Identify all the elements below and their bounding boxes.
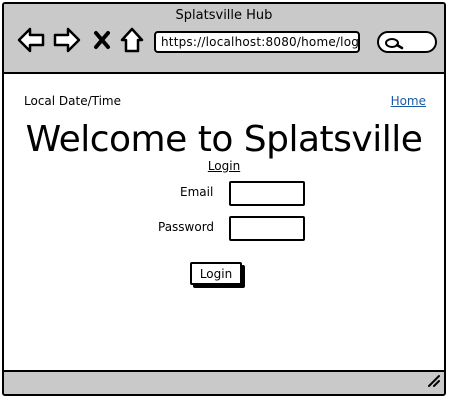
- resize-grip-icon[interactable]: [426, 372, 440, 391]
- password-label: Password: [158, 220, 215, 234]
- search-icon: [384, 36, 404, 55]
- page-title: Welcome to Splatsville: [25, 119, 423, 160]
- status-bar: [4, 370, 444, 394]
- search-box[interactable]: [377, 31, 437, 53]
- back-arrow-icon[interactable]: [16, 26, 46, 54]
- password-field[interactable]: [229, 216, 305, 241]
- close-icon[interactable]: [92, 26, 112, 54]
- url-bar[interactable]: https://localhost:8080/home/logi: [154, 31, 360, 53]
- window-title: Splatsville Hub: [175, 8, 273, 23]
- browser-window: Splatsville Hub https://localhost:8080/h…: [2, 2, 446, 396]
- forward-arrow-icon[interactable]: [52, 26, 82, 54]
- login-subtitle: Login: [207, 159, 241, 173]
- email-field[interactable]: [229, 181, 305, 206]
- email-label: Email: [180, 185, 214, 199]
- home-icon[interactable]: [118, 26, 146, 54]
- page-content: Local Date/Time Home Welcome to Splatsvi…: [4, 74, 444, 372]
- local-datetime-label: Local Date/Time: [24, 94, 122, 108]
- browser-toolbar: Splatsville Hub https://localhost:8080/h…: [4, 4, 444, 74]
- login-button[interactable]: Login: [190, 262, 242, 285]
- home-link[interactable]: Home: [391, 94, 426, 108]
